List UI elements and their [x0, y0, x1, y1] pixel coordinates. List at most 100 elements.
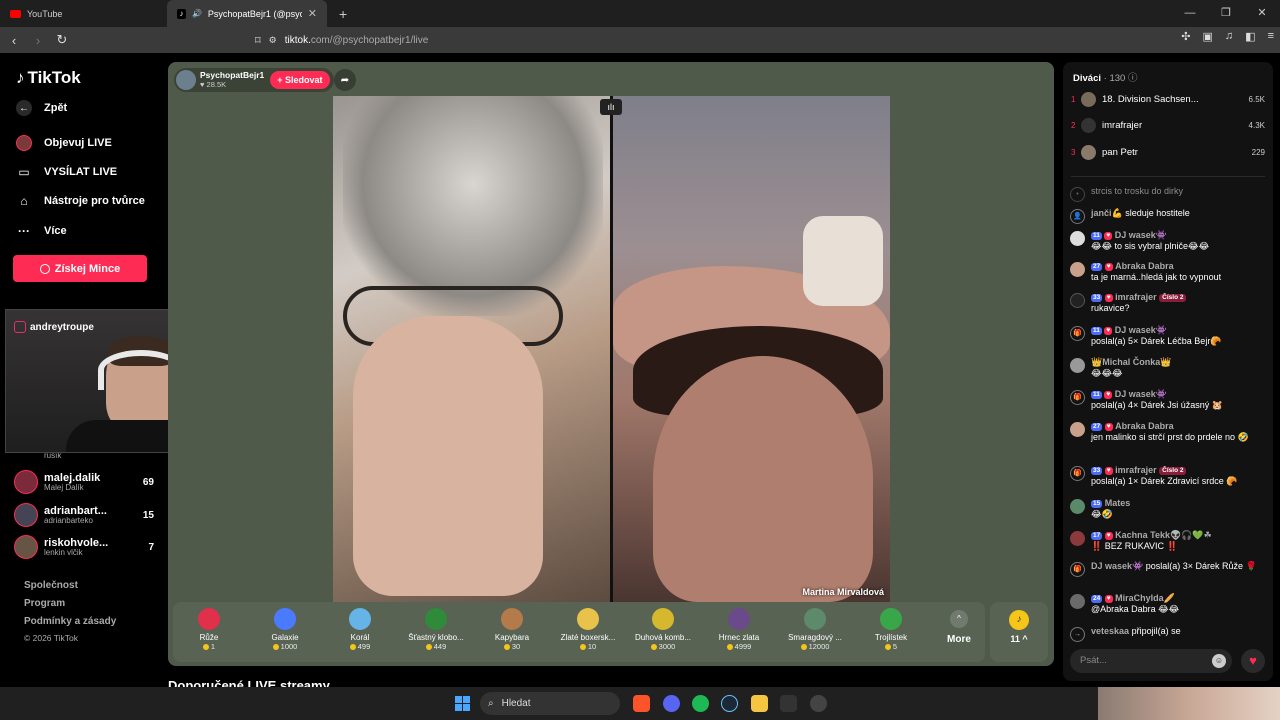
- nav-discover-live[interactable]: Objevuj LIVE: [16, 135, 112, 151]
- back-button[interactable]: ‹: [4, 33, 24, 48]
- gift-item[interactable]: Galaxie 1000: [249, 602, 321, 662]
- footer-link-company[interactable]: Společnost: [24, 580, 78, 591]
- spotify-icon[interactable]: [692, 695, 709, 712]
- following-item[interactable]: adrianbart... adrianbarteko 15: [14, 503, 154, 527]
- recommended-heading: Doporučené LIVE streamy: [168, 678, 330, 687]
- following-item[interactable]: malej.dalik Malej Dalík 69: [14, 470, 154, 494]
- chevron-up-icon: ^: [950, 610, 968, 628]
- nav-creator-tools[interactable]: ⌂ Nástroje pro tvůrce: [16, 193, 145, 209]
- top-viewer-row[interactable]: 2 imrafrajer 4.3K: [1071, 116, 1265, 134]
- guest-video: Martina Mirvaldová: [613, 96, 890, 602]
- get-coins-button[interactable]: Získej Mince: [13, 255, 147, 282]
- top-viewer-row[interactable]: 1 18. Division Sachsen... 6.5K: [1071, 90, 1265, 108]
- address-toolbar: ‹ › ↻ ⌑ ⚙ tiktok.com/@psychopatbejr1/liv…: [0, 27, 1280, 53]
- avatar: [1081, 144, 1096, 160]
- rose-icon: [198, 608, 220, 630]
- url-text: tiktok.com/@psychopatbejr1/live: [284, 34, 429, 46]
- tiktok-logo[interactable]: ♪ TikTok: [16, 68, 81, 88]
- chat-message: 24 ♥ MiraChylda🥖 @Abraka Dabra 😂😂: [1070, 593, 1266, 616]
- app-icon[interactable]: [810, 695, 827, 712]
- chat-message: 17 ♥ Kachna Tekk👽🎧💚☘ ‼️ BEZ RUKAVIC ‼️: [1070, 530, 1266, 553]
- viewers-header[interactable]: Diváci · 130 ⓘ: [1073, 70, 1137, 84]
- extensions-icon[interactable]: ✣: [1181, 30, 1190, 43]
- tab-youtube[interactable]: YouTube: [0, 0, 165, 27]
- gift-item[interactable]: Růže 1: [173, 602, 245, 662]
- folder-icon[interactable]: [751, 695, 768, 712]
- avatar: [14, 503, 38, 527]
- nav-more[interactable]: ··· Více: [16, 223, 67, 239]
- gift-icon: 🎁: [1070, 562, 1085, 577]
- gift-item[interactable]: Zlaté boxersk... 10: [552, 602, 624, 662]
- gift-bar: Růže 1 Galaxie 1000 Korál 499 Šťastný kl…: [173, 602, 985, 662]
- chat-message: 👑Michal Čonka👑 😂😂😂: [1070, 357, 1266, 380]
- footer-link-program[interactable]: Program: [24, 598, 65, 609]
- app-icon[interactable]: [780, 695, 797, 712]
- system-icon: •: [1070, 187, 1085, 202]
- join-icon: →: [1070, 627, 1085, 642]
- divider: [1071, 176, 1265, 177]
- windows-start-icon[interactable]: [455, 696, 470, 711]
- gift-item[interactable]: Korál 499: [324, 602, 396, 662]
- music-icon[interactable]: ♫: [1225, 30, 1233, 43]
- toolbar-icons: ✣ ▣ ♫ ◧ ≡: [1181, 30, 1274, 43]
- coin-icon: ♪: [1009, 610, 1029, 630]
- corner-camera-overlay: [1098, 687, 1280, 720]
- avatar: [1070, 594, 1085, 609]
- sidebar-toggle-icon[interactable]: ◧: [1245, 30, 1255, 43]
- new-tab-button[interactable]: +: [339, 6, 347, 22]
- top-viewer-row[interactable]: 3 pan Petr 229: [1071, 143, 1265, 161]
- speaker-icon[interactable]: 🔊: [192, 9, 202, 18]
- avatar: [14, 470, 38, 494]
- gift-item[interactable]: Smaragdový ... 12000: [779, 602, 851, 662]
- chat-input[interactable]: Psát...: [1070, 649, 1232, 673]
- following-item[interactable]: riskohvole... lenkin vlčik 7: [14, 535, 154, 559]
- more-gifts-button[interactable]: ^ More: [941, 610, 977, 645]
- gift-item[interactable]: Trojlístek 5: [855, 602, 927, 662]
- gift-item[interactable]: Hrnec zlata 4999: [703, 602, 775, 662]
- gift-item[interactable]: Šťastný klobo... 449: [400, 602, 472, 662]
- close-window-button[interactable]: ✕: [1244, 0, 1280, 27]
- tiktok-icon: ♪: [177, 8, 186, 19]
- coin-balance-button[interactable]: ♪ 11 ^: [990, 602, 1048, 662]
- host-video: [333, 96, 610, 602]
- back-link[interactable]: ← Zpět: [16, 100, 67, 116]
- browser-tab-bar: YouTube ♪ 🔊 PsychopatBejr1 (@psychopat ✕…: [0, 0, 1280, 27]
- follow-button[interactable]: + Sledovat: [270, 71, 330, 89]
- gift-item[interactable]: Kapybara 30: [476, 602, 548, 662]
- taskbar-search[interactable]: ⌕ Hledat: [480, 692, 620, 715]
- avatar: [1081, 91, 1096, 107]
- bookmark-icon[interactable]: ⌑: [255, 34, 261, 47]
- video-player[interactable]: Martina Mirvaldová ılı: [333, 96, 890, 602]
- chat-message: 👤 janči💪 sleduje hostitele: [1070, 208, 1266, 224]
- url-bar[interactable]: ⌑ ⚙ tiktok.com/@psychopatbejr1/live: [255, 30, 1000, 50]
- forward-button[interactable]: ›: [28, 33, 48, 48]
- instagram-tag: andreytroupe: [14, 321, 94, 333]
- brave-icon[interactable]: [633, 695, 650, 712]
- audio-bars-icon: ılı: [600, 99, 622, 115]
- site-info-icon[interactable]: ⚙: [269, 35, 277, 46]
- reload-button[interactable]: ↻: [52, 32, 72, 48]
- emoji-icon[interactable]: ☺: [1212, 654, 1226, 668]
- menu-icon[interactable]: ≡: [1268, 30, 1274, 43]
- avatar: [1070, 531, 1085, 546]
- discord-icon[interactable]: [663, 695, 680, 712]
- boxing-gloves-icon: [577, 608, 599, 630]
- tab-tiktok[interactable]: ♪ 🔊 PsychopatBejr1 (@psychopat ✕: [167, 0, 327, 27]
- minimize-button[interactable]: —: [1172, 0, 1208, 27]
- footer-link-terms[interactable]: Podmínky a zásady: [24, 616, 116, 627]
- like-heart-button[interactable]: ♥: [1241, 649, 1265, 673]
- restore-button[interactable]: ❐: [1208, 0, 1244, 27]
- copyright: © 2026 TikTok: [24, 633, 78, 643]
- share-icon[interactable]: ➦: [334, 69, 356, 91]
- clover-icon: [880, 608, 902, 630]
- host-avatar[interactable]: [176, 70, 196, 90]
- close-tab-icon[interactable]: ✕: [308, 7, 317, 20]
- gift-item[interactable]: Duhová komb... 3000: [627, 602, 699, 662]
- emerald-icon: [804, 608, 826, 630]
- tab-title: PsychopatBejr1 (@psychopat: [207, 8, 302, 19]
- host-info[interactable]: PsychopatBejr1 ♥ 28.5K + Sledovat: [174, 68, 334, 92]
- wallet-icon[interactable]: ▣: [1203, 30, 1213, 43]
- nav-go-live[interactable]: ▭ VYSÍLAT LIVE: [16, 164, 117, 180]
- more-dots-icon: ···: [18, 224, 30, 238]
- steam-icon[interactable]: [721, 695, 738, 712]
